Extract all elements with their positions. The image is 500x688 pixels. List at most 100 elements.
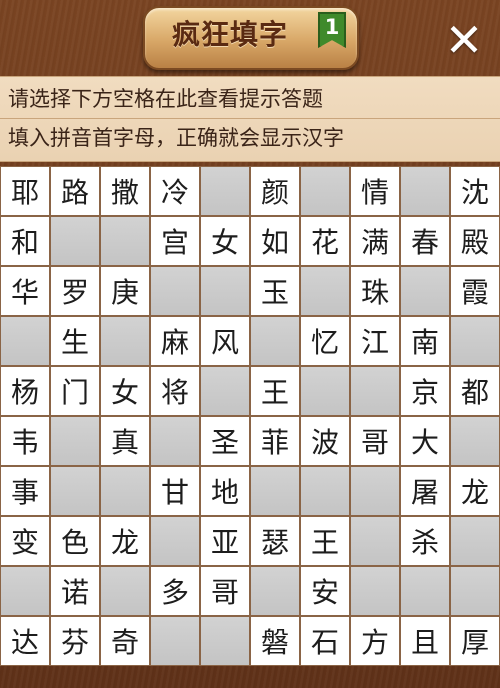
empty-cell[interactable] — [200, 266, 250, 316]
filled-cell: 将 — [150, 366, 200, 416]
crossword-grid: 耶路撒冷颜情沈和宫女如花满春殿华罗庚玉珠霞生麻风忆江南杨门女将王京都韦真圣菲波哥… — [0, 166, 500, 666]
empty-cell[interactable] — [250, 566, 300, 616]
filled-cell: 麻 — [150, 316, 200, 366]
filled-cell: 江 — [350, 316, 400, 366]
empty-cell[interactable] — [50, 466, 100, 516]
filled-cell: 亚 — [200, 516, 250, 566]
empty-cell[interactable] — [100, 316, 150, 366]
empty-cell[interactable] — [300, 266, 350, 316]
hint-divider — [0, 118, 500, 119]
empty-cell[interactable] — [400, 266, 450, 316]
filled-cell: 路 — [50, 166, 100, 216]
filled-cell: 和 — [0, 216, 50, 266]
empty-cell[interactable] — [0, 566, 50, 616]
empty-cell[interactable] — [250, 316, 300, 366]
filled-cell: 花 — [300, 216, 350, 266]
empty-cell[interactable] — [450, 316, 500, 366]
empty-cell[interactable] — [300, 466, 350, 516]
filled-cell: 磐 — [250, 616, 300, 666]
empty-cell[interactable] — [200, 616, 250, 666]
filled-cell: 庚 — [100, 266, 150, 316]
filled-cell: 且 — [400, 616, 450, 666]
filled-cell: 女 — [200, 216, 250, 266]
filled-cell: 女 — [100, 366, 150, 416]
empty-cell[interactable] — [350, 466, 400, 516]
filled-cell: 玉 — [250, 266, 300, 316]
filled-cell: 色 — [50, 516, 100, 566]
filled-cell: 门 — [50, 366, 100, 416]
filled-cell: 宫 — [150, 216, 200, 266]
empty-cell[interactable] — [200, 166, 250, 216]
close-icon: ✕ — [444, 13, 484, 67]
filled-cell: 南 — [400, 316, 450, 366]
filled-cell: 瑟 — [250, 516, 300, 566]
empty-cell[interactable] — [450, 416, 500, 466]
filled-cell: 撒 — [100, 166, 150, 216]
filled-cell: 罗 — [50, 266, 100, 316]
filled-cell: 春 — [400, 216, 450, 266]
empty-cell[interactable] — [50, 216, 100, 266]
filled-cell: 芬 — [50, 616, 100, 666]
filled-cell: 地 — [200, 466, 250, 516]
empty-cell[interactable] — [150, 616, 200, 666]
filled-cell: 波 — [300, 416, 350, 466]
filled-cell: 哥 — [350, 416, 400, 466]
empty-cell[interactable] — [0, 316, 50, 366]
game-title: 疯狂填字 — [171, 18, 288, 51]
filled-cell: 杀 — [400, 516, 450, 566]
filled-cell: 大 — [400, 416, 450, 466]
filled-cell: 龙 — [100, 516, 150, 566]
empty-cell[interactable] — [250, 466, 300, 516]
close-button[interactable]: ✕ — [438, 14, 490, 66]
empty-cell[interactable] — [300, 166, 350, 216]
empty-cell[interactable] — [400, 166, 450, 216]
filled-cell: 珠 — [350, 266, 400, 316]
filled-cell: 奇 — [100, 616, 150, 666]
empty-cell[interactable] — [150, 266, 200, 316]
filled-cell: 安 — [300, 566, 350, 616]
hint-line-1: 请选择下方空格在此查看提示答题 — [8, 87, 323, 111]
filled-cell: 多 — [150, 566, 200, 616]
filled-cell: 达 — [0, 616, 50, 666]
filled-cell: 情 — [350, 166, 400, 216]
filled-cell: 变 — [0, 516, 50, 566]
filled-cell: 颜 — [250, 166, 300, 216]
empty-cell[interactable] — [400, 566, 450, 616]
level-badge: 1 — [318, 12, 346, 48]
filled-cell: 沈 — [450, 166, 500, 216]
filled-cell: 华 — [0, 266, 50, 316]
filled-cell: 真 — [100, 416, 150, 466]
empty-cell[interactable] — [350, 516, 400, 566]
filled-cell: 龙 — [450, 466, 500, 516]
empty-cell[interactable] — [150, 516, 200, 566]
filled-cell: 哥 — [200, 566, 250, 616]
filled-cell: 耶 — [0, 166, 50, 216]
empty-cell[interactable] — [100, 466, 150, 516]
filled-cell: 忆 — [300, 316, 350, 366]
empty-cell[interactable] — [150, 416, 200, 466]
filled-cell: 京 — [400, 366, 450, 416]
filled-cell: 王 — [300, 516, 350, 566]
hint-line-2: 填入拼音首字母，正确就会显示汉字 — [8, 126, 344, 150]
filled-cell: 霞 — [450, 266, 500, 316]
filled-cell: 甘 — [150, 466, 200, 516]
empty-cell[interactable] — [300, 366, 350, 416]
filled-cell: 如 — [250, 216, 300, 266]
empty-cell[interactable] — [200, 366, 250, 416]
empty-cell[interactable] — [450, 566, 500, 616]
filled-cell: 生 — [50, 316, 100, 366]
filled-cell: 方 — [350, 616, 400, 666]
empty-cell[interactable] — [350, 366, 400, 416]
filled-cell: 事 — [0, 466, 50, 516]
hint-panel: 请选择下方空格在此查看提示答题 填入拼音首字母，正确就会显示汉字 — [0, 76, 500, 162]
filled-cell: 石 — [300, 616, 350, 666]
filled-cell: 菲 — [250, 416, 300, 466]
filled-cell: 杨 — [0, 366, 50, 416]
filled-cell: 诺 — [50, 566, 100, 616]
filled-cell: 屠 — [400, 466, 450, 516]
empty-cell[interactable] — [50, 416, 100, 466]
empty-cell[interactable] — [450, 516, 500, 566]
empty-cell[interactable] — [100, 566, 150, 616]
empty-cell[interactable] — [100, 216, 150, 266]
empty-cell[interactable] — [350, 566, 400, 616]
